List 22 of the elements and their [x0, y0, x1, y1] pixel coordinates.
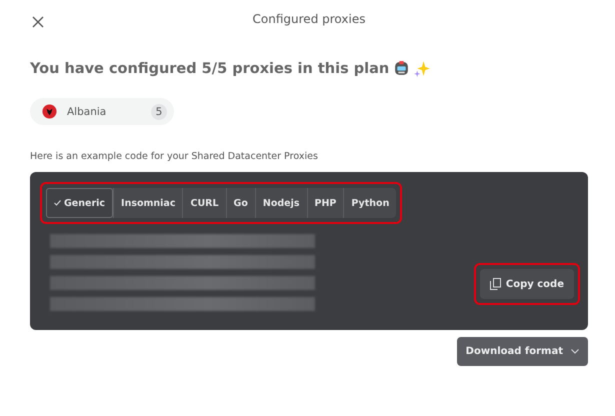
copy-icon [490, 278, 501, 290]
location-chip[interactable]: Albania 5 [30, 98, 174, 125]
copy-button[interactable]: Copy code [480, 269, 574, 299]
proxy-count: 5 [151, 104, 167, 120]
code-tab[interactable]: Python [343, 188, 396, 218]
code-tab[interactable]: Generic [46, 188, 114, 218]
code-tab[interactable]: Go [226, 188, 255, 218]
country-name: Albania [67, 106, 108, 118]
dialog-title: Configured proxies [252, 12, 366, 26]
download-format-button[interactable]: Download format [456, 337, 588, 366]
sparkles-icon [414, 60, 432, 77]
code-tab[interactable]: PHP [306, 188, 344, 218]
code-tab[interactable]: Insomniac [113, 188, 182, 218]
robot-icon [393, 60, 410, 77]
intro-text: Here is an example code for your Shared Datacenter Proxies [30, 151, 319, 162]
chevron-down-icon [571, 349, 579, 354]
heading: You have configured 5/5 proxies in this plan [30, 60, 390, 76]
check-icon [54, 200, 61, 206]
code-tab[interactable]: CURL [182, 188, 226, 218]
flag-icon [42, 104, 57, 119]
code-tab[interactable]: Nodejs [254, 188, 307, 218]
close-icon[interactable] [32, 16, 44, 28]
